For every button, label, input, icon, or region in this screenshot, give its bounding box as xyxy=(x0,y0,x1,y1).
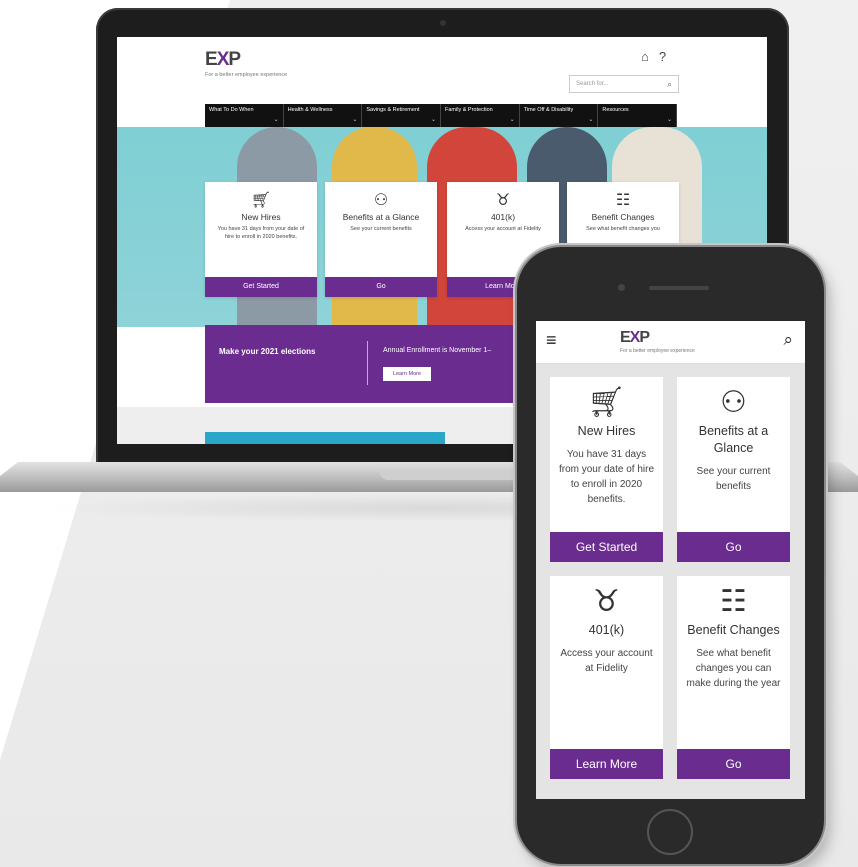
banner-heading: Make your 2021 elections xyxy=(219,347,316,356)
card-title: New Hires xyxy=(577,424,636,438)
learn-more-button[interactable]: Learn More xyxy=(550,749,663,779)
card-title: Benefits at a Glance xyxy=(698,424,769,455)
search-icon[interactable]: ⌕ xyxy=(667,79,672,90)
menu-icon[interactable]: ≡ xyxy=(546,330,557,351)
brand-logo: EXP xyxy=(620,329,650,346)
card-new-hires: 🛒︎ New Hires You have 31 days from your … xyxy=(550,377,663,562)
card-desc: You have 31 days from your date of hire … xyxy=(558,448,655,505)
featured-strip xyxy=(205,432,445,444)
card-title: Benefit Changes xyxy=(687,623,780,637)
nav-item-time-off-disability[interactable]: Time Off & Disability ⌄ xyxy=(520,104,599,127)
card-desc: See your current benefits xyxy=(350,226,412,232)
nav-item-resources[interactable]: Resources ⌄ xyxy=(598,104,678,127)
brand-tagline: For a better employee experience xyxy=(205,72,288,78)
cart-icon: 🛒︎ xyxy=(250,192,272,209)
card-desc: Access your account at Fidelity xyxy=(560,647,653,674)
get-started-button[interactable]: Get Started xyxy=(205,277,317,297)
chevron-down-icon: ⌄ xyxy=(273,116,279,123)
search-icon[interactable]: ⌕ xyxy=(783,330,793,350)
card-desc: Access your account at Fidelity xyxy=(465,226,541,232)
laptop-camera xyxy=(440,20,446,26)
top-icons: ⌂ ? xyxy=(641,49,666,64)
phone-camera xyxy=(618,284,625,291)
mobile-header: ≡ EXP For a better employee experience ⌕ xyxy=(536,321,805,364)
card-benefit-changes: ☷ Benefit Changes See what benefit chang… xyxy=(677,576,790,779)
search-input[interactable]: Search for... ⌕ xyxy=(569,75,679,93)
phone-screen: ≡ EXP For a better employee experience ⌕… xyxy=(536,321,805,799)
banner-divider xyxy=(367,341,368,385)
card-benefits-at-a-glance: ⚇ Benefits at a Glance See your current … xyxy=(325,182,437,297)
card-title: 401(k) xyxy=(588,623,625,637)
nav-item-savings-retirement[interactable]: Savings & Retirement ⌄ xyxy=(362,104,442,127)
chevron-down-icon: ⌄ xyxy=(509,116,515,123)
chevron-down-icon: ⌄ xyxy=(352,116,358,123)
laptop-notch xyxy=(380,470,520,480)
brand[interactable]: EXP For a better employee experience xyxy=(205,49,287,78)
nav-item-family-protection[interactable]: Family & Protection ⌄ xyxy=(441,104,520,127)
nav-item-what-to-do-when[interactable]: What To Do When ⌄ xyxy=(205,104,284,127)
binoculars-icon: ⚇ xyxy=(373,192,389,209)
card-title: Benefits at a Glance xyxy=(342,212,420,222)
phone-device: ≡ EXP For a better employee experience ⌕… xyxy=(517,247,824,864)
search-placeholder: Search for... xyxy=(576,81,609,87)
clipboard-icon: ☷ xyxy=(720,585,747,618)
card-desc: See what benefit changes you can make du… xyxy=(686,647,781,689)
brand-logo: EXP xyxy=(205,49,241,70)
brand-tagline: For a better employee experience xyxy=(620,348,695,354)
binoculars-icon: ⚇ xyxy=(720,386,747,419)
main-nav: What To Do When ⌄ Health & Wellness ⌄ Savi… xyxy=(205,104,678,127)
help-icon[interactable]: ? xyxy=(659,49,666,64)
chevron-down-icon: ⌄ xyxy=(430,116,437,123)
card-desc: See what benefit changes you xyxy=(586,226,660,232)
home-icon[interactable]: ⌂ xyxy=(641,49,649,64)
phone-speaker xyxy=(649,286,709,290)
go-button[interactable]: Go xyxy=(325,277,437,297)
piggy-bank-icon: ♉︎ xyxy=(495,192,511,209)
card-desc: See your current benefits xyxy=(696,465,771,492)
piggy-bank-icon: ♉︎ xyxy=(593,585,620,618)
card-title: New Hires xyxy=(241,212,281,222)
card-title: Benefit Changes xyxy=(591,212,655,222)
brand[interactable]: EXP For a better employee experience xyxy=(620,329,695,354)
card-title: 401(k) xyxy=(490,212,516,222)
get-started-button[interactable]: Get Started xyxy=(550,532,663,562)
card-desc: You have 31 days from your date of hire … xyxy=(217,226,305,240)
chevron-down-icon: ⌄ xyxy=(667,116,673,123)
go-button[interactable]: Go xyxy=(677,532,790,562)
clipboard-icon: ☷ xyxy=(615,192,631,209)
nav-item-health-wellness[interactable]: Health & Wellness ⌄ xyxy=(284,104,363,127)
chevron-down-icon: ⌄ xyxy=(588,116,594,123)
card-401k: ♉︎ 401(k) Access your account at Fidelit… xyxy=(550,576,663,779)
banner-text: Annual Enrollment is November 1– xyxy=(383,347,492,354)
go-button[interactable]: Go xyxy=(677,749,790,779)
card-benefits-at-a-glance: ⚇ Benefits at a Glance See your current … xyxy=(677,377,790,562)
cart-icon: 🛒︎ xyxy=(587,386,626,419)
card-new-hires: 🛒︎ New Hires You have 31 days from your … xyxy=(205,182,317,297)
learn-more-button[interactable]: Learn More xyxy=(383,367,431,381)
phone-home-button[interactable] xyxy=(647,809,693,855)
